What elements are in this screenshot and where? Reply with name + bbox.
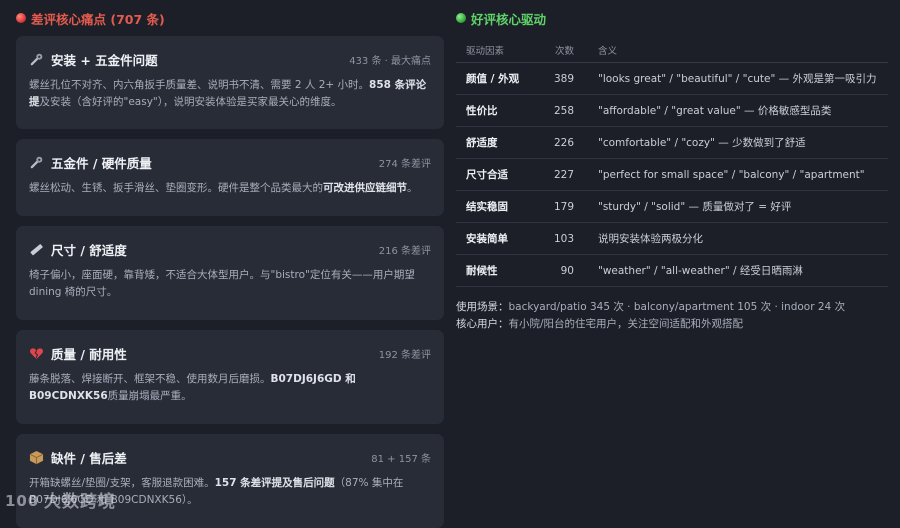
broken-heart-icon xyxy=(29,346,44,361)
card-meta: 433 条 · 最大痛点 xyxy=(349,55,431,67)
driver-count: 90 xyxy=(534,254,588,287)
card-meta: 81 + 157 条 xyxy=(371,453,431,465)
card-title: 缺件 / 售后差 xyxy=(51,450,127,466)
column-header-factor: 驱动因素 xyxy=(456,38,534,63)
driver-meaning: "sturdy" / "solid" — 质量做对了 = 好评 xyxy=(588,190,888,223)
driver-factor: 耐候性 xyxy=(456,254,534,287)
driver-count: 179 xyxy=(534,190,588,223)
driver-count: 258 xyxy=(534,94,588,127)
driver-factor: 舒适度 xyxy=(456,126,534,159)
card-title: 五金件 / 硬件质量 xyxy=(51,155,152,171)
usage-scenario-line: 使用场景：backyard/patio 345 次 · balcony/apar… xyxy=(456,299,888,316)
core-user-line: 核心用户：有小院/阳台的住宅用户，关注空间适配和外观搭配 xyxy=(456,316,888,333)
table-row: 性价比 258 "affordable" / "great value" — 价… xyxy=(456,94,888,127)
table-row: 颜值 / 外观 389 "looks great" / "beautiful" … xyxy=(456,62,888,95)
positive-section-title: 好评核心驱动 xyxy=(471,11,547,27)
card-body: 螺丝松动、生锈、扳手滑丝、垫圈变形。硬件是整个品类最大的可改进供应链细节。 xyxy=(29,182,418,194)
svg-text:100: 100 xyxy=(5,492,39,510)
driver-meaning: "affordable" / "great value" — 价格敏感型品类 xyxy=(588,94,888,127)
driver-count: 103 xyxy=(534,222,588,255)
pain-card-missing-parts: 缺件 / 售后差 81 + 157 条 开箱缺螺丝/垫圈/支架，客服退款困难。1… xyxy=(16,434,444,528)
watermark-text: 大数跨境 xyxy=(44,492,116,512)
package-icon xyxy=(29,450,44,465)
pain-card-durability: 质量 / 耐用性 192 条差评 藤条脱落、焊接断开、框架不稳、使用数月后磨损。… xyxy=(16,330,444,424)
watermark: 100 大数跨境 xyxy=(4,487,116,513)
column-header-count: 次数 xyxy=(534,38,588,63)
green-circle-icon xyxy=(456,13,466,23)
core-user-label: 核心用户： xyxy=(456,318,509,330)
column-header-meaning: 含义 xyxy=(588,38,888,63)
table-row: 舒适度 226 "comfortable" / "cozy" — 少数做到了舒适 xyxy=(456,126,888,159)
pain-card-installation: 安装 + 五金件问题 433 条 · 最大痛点 螺丝孔位不对齐、内六角扳手质量差… xyxy=(16,36,444,129)
card-body: 椅子偏小，座面硬，靠背矮，不适合大体型用户。与"bistro"定位有关——用户期… xyxy=(29,269,415,298)
wrench-bolt-icon xyxy=(29,155,44,170)
driver-count: 226 xyxy=(534,126,588,159)
card-body: 螺丝孔位不对齐、内六角扳手质量差、说明书不清、需要 2 人 2+ 小时。858 … xyxy=(29,79,427,108)
driver-meaning: "comfortable" / "cozy" — 少数做到了舒适 xyxy=(588,126,888,159)
red-circle-icon xyxy=(16,13,26,23)
positive-section-header: 好评核心驱动 xyxy=(456,0,888,36)
core-user-text: 有小院/阳台的住宅用户，关注空间适配和外观搭配 xyxy=(508,318,744,330)
card-meta: 274 条差评 xyxy=(378,158,431,170)
card-title: 安装 + 五金件问题 xyxy=(51,52,158,68)
driver-count: 227 xyxy=(534,158,588,191)
driver-meaning: "weather" / "all-weather" / 经受日晒雨淋 xyxy=(588,254,888,287)
driver-factor: 尺寸合适 xyxy=(456,158,534,191)
watermark-logo-icon: 100 xyxy=(5,492,39,510)
pain-card-size: 尺寸 / 舒适度 216 条差评 椅子偏小，座面硬，靠背矮，不适合大体型用户。与… xyxy=(16,226,444,320)
driver-factor: 安装简单 xyxy=(456,222,534,255)
driver-factor: 性价比 xyxy=(456,94,534,127)
table-header-row: 驱动因素 次数 含义 xyxy=(456,38,888,63)
usage-scenario-label: 使用场景： xyxy=(456,301,509,313)
card-meta: 192 条差评 xyxy=(378,349,431,361)
card-meta: 216 条差评 xyxy=(378,245,431,257)
wrench-bolt-icon xyxy=(29,52,44,67)
drivers-table: 驱动因素 次数 含义 颜值 / 外观 389 "looks great" / "… xyxy=(456,38,888,287)
usage-scenario-text: backyard/patio 345 次 · balcony/apartment… xyxy=(508,301,846,313)
usage-notes: 使用场景：backyard/patio 345 次 · balcony/apar… xyxy=(456,299,888,333)
driver-count: 389 xyxy=(534,62,588,95)
table-row: 耐候性 90 "weather" / "all-weather" / 经受日晒雨… xyxy=(456,254,888,287)
driver-meaning: "perfect for small space" / "balcony" / … xyxy=(588,158,888,191)
table-row: 结实稳固 179 "sturdy" / "solid" — 质量做对了 = 好评 xyxy=(456,190,888,223)
driver-factor: 结实稳固 xyxy=(456,190,534,223)
table-row: 尺寸合适 227 "perfect for small space" / "ba… xyxy=(456,158,888,191)
card-title: 尺寸 / 舒适度 xyxy=(51,242,127,258)
driver-factor: 颜值 / 外观 xyxy=(456,62,534,95)
negative-section-title: 差评核心痛点 (707 条) xyxy=(31,11,165,27)
driver-meaning: 说明安装体验两极分化 xyxy=(588,222,888,255)
negative-panel: 差评核心痛点 (707 条) 安装 + 五金件问题 433 条 · 最大痛点 螺… xyxy=(16,0,444,528)
pain-card-hardware: 五金件 / 硬件质量 274 条差评 螺丝松动、生锈、扳手滑丝、垫圈变形。硬件是… xyxy=(16,139,444,216)
ruler-icon xyxy=(29,242,44,257)
driver-meaning: "looks great" / "beautiful" / "cute" — 外… xyxy=(588,62,888,95)
table-row: 安装简单 103 说明安装体验两极分化 xyxy=(456,222,888,255)
card-title: 质量 / 耐用性 xyxy=(51,346,127,362)
positive-panel: 好评核心驱动 驱动因素 次数 含义 颜值 / 外观 389 "looks gre… xyxy=(456,0,888,518)
negative-section-header: 差评核心痛点 (707 条) xyxy=(16,0,444,36)
card-body: 藤条脱落、焊接断开、框架不稳、使用数月后磨损。B07DJ6J6GD 和 B09C… xyxy=(29,373,356,402)
